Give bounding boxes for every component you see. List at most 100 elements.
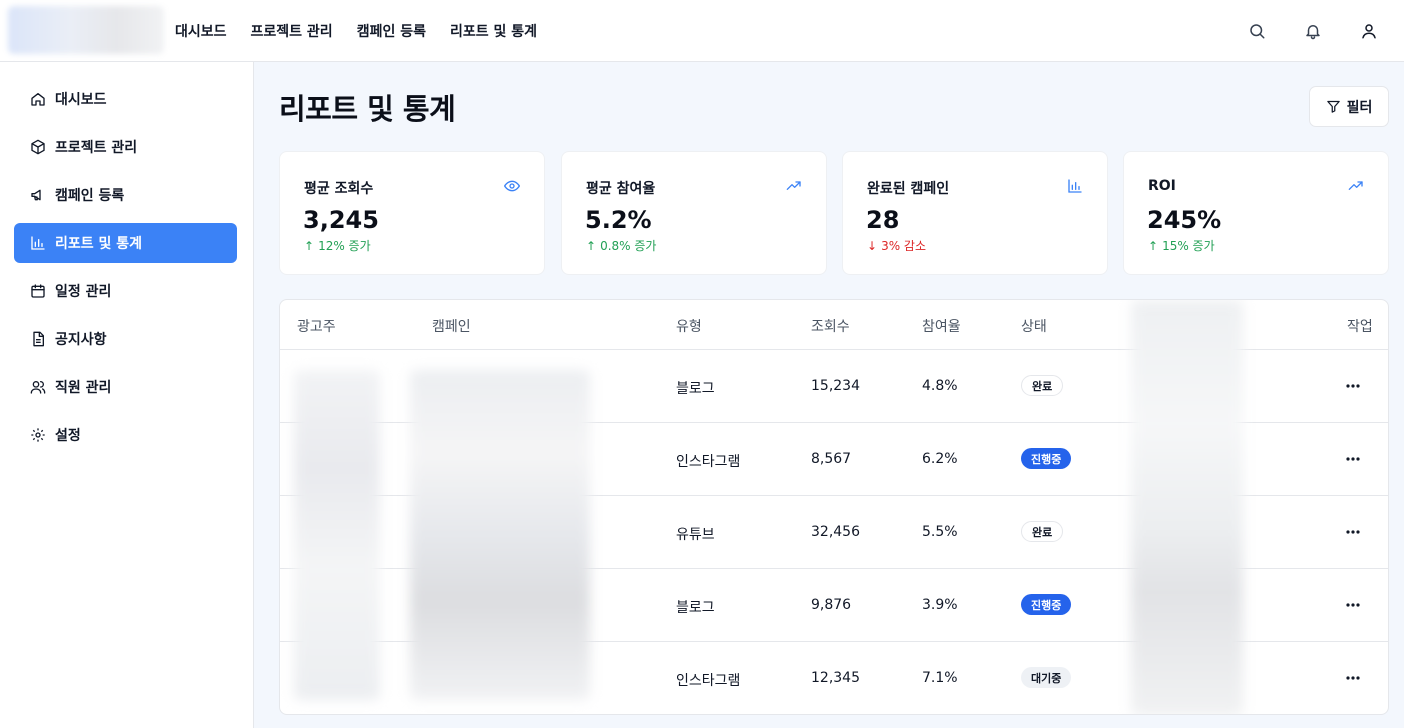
cell-type: 블로그 (676, 600, 715, 616)
trending-up-icon (786, 181, 801, 190)
top-bar: 대시보드 프로젝트 관리 캠페인 등록 리포트 및 통계 (0, 0, 1404, 62)
redacted-column (1131, 300, 1243, 714)
cell-engagement: 3.9% (922, 597, 958, 613)
stat-value: 3,245 (303, 206, 379, 234)
user-icon[interactable] (1357, 19, 1381, 43)
eye-icon (504, 180, 520, 192)
users-icon (30, 381, 46, 394)
filter-icon (1326, 100, 1340, 113)
stat-label: ROI (1148, 178, 1176, 194)
sidebar-item-label: 프로젝트 관리 (55, 140, 138, 156)
more-actions-icon[interactable] (1341, 667, 1365, 689)
column-header-actions: 작업 (1347, 319, 1373, 335)
status-badge: 완료 (1021, 521, 1064, 542)
sidebar-item-dashboard[interactable]: 대시보드 (14, 79, 237, 119)
sidebar-item-notices[interactable]: 공지사항 (14, 319, 237, 359)
redacted-campaign-column (410, 370, 590, 700)
stat-change-text: 3% 감소 (881, 239, 926, 253)
sidebar-item-label: 캠페인 등록 (55, 188, 125, 204)
sidebar-item-label: 리포트 및 통계 (55, 236, 143, 252)
topnav-item-dashboard[interactable]: 대시보드 (175, 21, 227, 41)
bar-chart-icon (31, 236, 45, 250)
cell-views: 12,345 (811, 670, 860, 686)
arrow-up-icon: ↑ (586, 238, 597, 253)
stat-change: ↑ 0.8% 증가 (586, 237, 656, 254)
stat-card-avg-views: 평균 조회수 3,245 ↑ 12% 증가 (279, 151, 545, 275)
stat-change-text: 12% 증가 (318, 239, 371, 253)
stat-change: ↑ 15% 증가 (1148, 237, 1215, 254)
topnav-item-reports[interactable]: 리포트 및 통계 (450, 21, 537, 41)
column-header-campaign: 캠페인 (432, 319, 471, 335)
sidebar-item-label: 직원 관리 (55, 380, 112, 396)
stat-value: 5.2% (585, 206, 652, 234)
sidebar-item-projects[interactable]: 프로젝트 관리 (14, 127, 237, 167)
stat-card-avg-engagement: 평균 참여율 5.2% ↑ 0.8% 증가 (561, 151, 827, 275)
filter-button[interactable]: 필터 (1309, 86, 1389, 127)
stat-value: 28 (866, 206, 900, 234)
stat-change: ↑ 12% 증가 (304, 237, 371, 254)
megaphone-icon (31, 189, 41, 201)
cell-engagement: 7.1% (922, 670, 958, 686)
sidebar-item-staff[interactable]: 직원 관리 (14, 367, 237, 407)
cell-type: 유튜브 (676, 527, 715, 543)
stat-label: 평균 참여율 (586, 181, 656, 197)
sidebar-item-label: 대시보드 (55, 92, 107, 108)
stat-card-completed-campaigns: 완료된 캠페인 28 ↓ 3% 감소 (842, 151, 1108, 275)
sidebar-item-reports[interactable]: 리포트 및 통계 (14, 223, 237, 263)
column-header-type: 유형 (676, 319, 702, 335)
arrow-up-icon: ↑ (304, 238, 315, 253)
status-badge: 진행중 (1021, 448, 1072, 469)
status-badge: 진행중 (1021, 594, 1072, 615)
column-header-engagement: 참여율 (922, 319, 961, 335)
logo[interactable] (8, 6, 164, 54)
calendar-icon (31, 284, 45, 298)
sidebar-item-label: 설정 (55, 428, 81, 444)
bar-chart-icon (1068, 179, 1082, 193)
stat-card-roi: ROI 245% ↑ 15% 증가 (1123, 151, 1389, 275)
cell-engagement: 5.5% (922, 524, 958, 540)
more-actions-icon[interactable] (1341, 448, 1365, 470)
more-actions-icon[interactable] (1341, 594, 1365, 616)
stat-change-text: 15% 증가 (1162, 239, 1215, 253)
cell-views: 9,876 (811, 597, 852, 613)
column-header-views: 조회수 (811, 319, 850, 335)
stat-label: 평균 조회수 (304, 181, 374, 197)
bell-icon[interactable] (1301, 19, 1325, 43)
cell-type: 인스타그램 (676, 454, 741, 470)
stat-change-text: 0.8% 증가 (600, 239, 657, 253)
sidebar-item-label: 공지사항 (55, 332, 107, 348)
column-header-status: 상태 (1021, 319, 1047, 335)
cell-engagement: 4.8% (922, 378, 958, 394)
campaign-table: 광고주 캠페인 유형 조회수 참여율 상태 작업 블로그 15,234 4.8%… (279, 299, 1389, 715)
cell-engagement: 6.2% (922, 451, 958, 467)
arrow-down-icon: ↓ (867, 238, 878, 253)
cell-type: 인스타그램 (676, 673, 741, 689)
topnav-item-projects[interactable]: 프로젝트 관리 (251, 21, 333, 41)
stat-value: 245% (1147, 206, 1222, 234)
sidebar-item-schedule[interactable]: 일정 관리 (14, 271, 237, 311)
document-icon (33, 331, 44, 347)
sidebar-item-campaign-register[interactable]: 캠페인 등록 (14, 175, 237, 215)
top-nav: 대시보드 프로젝트 관리 캠페인 등록 리포트 및 통계 (175, 0, 537, 62)
search-icon[interactable] (1245, 19, 1269, 43)
sidebar-item-label: 일정 관리 (55, 284, 112, 300)
gear-icon (31, 428, 45, 442)
home-icon (31, 93, 45, 106)
trending-up-icon (1348, 181, 1363, 190)
cell-views: 8,567 (811, 451, 852, 467)
redacted-advertiser-column (294, 370, 380, 700)
topnav-item-campaign-register[interactable]: 캠페인 등록 (357, 21, 426, 41)
box-icon (31, 139, 45, 155)
cell-type: 블로그 (676, 381, 715, 397)
status-badge: 대기중 (1021, 667, 1072, 688)
stat-label: 완료된 캠페인 (867, 181, 950, 197)
status-badge: 완료 (1021, 375, 1064, 396)
sidebar-item-settings[interactable]: 설정 (14, 415, 237, 455)
sidebar: 대시보드 프로젝트 관리 캠페인 등록 리포트 및 통계 일정 관리 공지사항 … (0, 62, 254, 728)
filter-label: 필터 (1346, 99, 1373, 116)
more-actions-icon[interactable] (1341, 521, 1365, 543)
more-actions-icon[interactable] (1341, 375, 1365, 397)
page-title: 리포트 및 통계 (279, 92, 456, 126)
cell-views: 32,456 (811, 524, 860, 540)
stat-change: ↓ 3% 감소 (867, 237, 926, 254)
